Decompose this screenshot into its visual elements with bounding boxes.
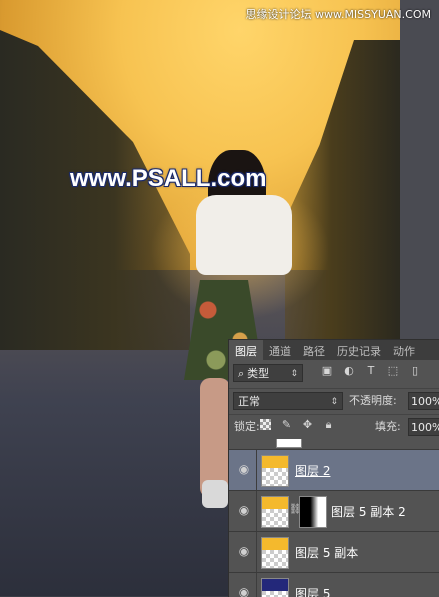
blend-mode-select[interactable]: 正常 ⇕ <box>233 392 343 410</box>
site-watermark: www.PSALL.com <box>70 165 267 192</box>
fill-input[interactable]: 100% <box>408 418 439 436</box>
top-credit-watermark: 思缘设计论坛 www.MISSYUAN.COM <box>245 8 431 21</box>
layer-thumbnail <box>276 439 302 448</box>
blend-mode-value: 正常 <box>238 395 260 408</box>
type-filter-icon[interactable]: T <box>365 365 377 377</box>
layer-name[interactable]: 图层 5 <box>295 585 330 597</box>
layer-row-layer-5-copy-2[interactable]: ◉ ⛓ 图层 5 副本 2 <box>229 490 439 531</box>
tab-channels[interactable]: 通道 <box>263 340 297 360</box>
layer-name[interactable]: 图层 2 <box>295 462 330 479</box>
opacity-label: 不透明度: <box>349 394 397 407</box>
smart-object-filter-icon[interactable]: ▯ <box>409 365 421 377</box>
layer-mask-thumbnail[interactable] <box>299 496 327 528</box>
lock-icons: ✎ ✥ 🔒︎ <box>259 418 335 431</box>
shape-filter-icon[interactable]: ⬚ <box>387 365 399 377</box>
figure-shoe <box>202 480 228 508</box>
layer-thumbnail <box>261 455 289 487</box>
lock-paint-icon[interactable]: ✎ <box>280 418 293 431</box>
divider <box>256 532 257 572</box>
layer-thumbnail <box>261 578 289 597</box>
lock-transparent-icon[interactable] <box>259 418 272 431</box>
tab-actions[interactable]: 动作 <box>387 340 421 360</box>
adjustment-filter-icon[interactable]: ◐ <box>343 365 355 377</box>
layer-row-layer-5-copy[interactable]: ◉ 图层 5 副本 <box>229 531 439 572</box>
tab-history[interactable]: 历史记录 <box>331 340 387 360</box>
tab-layers[interactable]: 图层 <box>229 340 263 360</box>
image-filter-icon[interactable]: ▣ <box>321 365 333 377</box>
tab-paths[interactable]: 路径 <box>297 340 331 360</box>
eye-icon[interactable]: ◉ <box>236 462 252 476</box>
blend-row: 正常 ⇕ 不透明度: 100% <box>229 388 439 413</box>
fill-label: 填充: <box>375 420 401 433</box>
panel-tabs: 图层 通道 路径 历史记录 动作 <box>229 340 439 360</box>
filter-row: ⌕ 类型 ⇕ ▣ ◐ T ⬚ ▯ <box>229 361 439 387</box>
lock-all-icon[interactable]: 🔒︎ <box>322 418 335 431</box>
filter-icons: ▣ ◐ T ⬚ ▯ <box>321 365 421 377</box>
opacity-input[interactable]: 100% <box>408 392 439 410</box>
layer-thumbnail <box>261 537 289 569</box>
layer-name[interactable]: 图层 5 副本 <box>295 544 358 561</box>
chevron-updown-icon: ⇕ <box>290 369 298 379</box>
layer-filter-label: 类型 <box>247 367 270 380</box>
divider <box>256 573 257 597</box>
search-icon: ⌕ <box>238 367 245 380</box>
eye-icon[interactable]: ◉ <box>236 585 252 597</box>
layer-filter-select[interactable]: ⌕ 类型 ⇕ <box>233 364 303 382</box>
lock-move-icon[interactable]: ✥ <box>301 418 314 431</box>
layer-partial-top <box>229 439 439 449</box>
lock-row: 锁定: ✎ ✥ 🔒︎ 填充: 100% <box>229 414 439 439</box>
divider <box>256 450 257 490</box>
figure-blouse <box>196 195 292 275</box>
layer-thumbnail <box>261 496 289 528</box>
layers-panel: 图层 通道 路径 历史记录 动作 ⌕ 类型 ⇕ ▣ ◐ T ⬚ ▯ 正常 ⇕ 不透… <box>228 339 439 597</box>
lock-label: 锁定: <box>234 420 260 433</box>
divider <box>256 491 257 531</box>
layer-row-layer-5[interactable]: ◉ 图层 5 <box>229 572 439 597</box>
eye-icon[interactable]: ◉ <box>236 503 252 517</box>
chevron-updown-icon: ⇕ <box>330 397 338 407</box>
layer-row-layer-2[interactable]: ◉ 图层 2 <box>229 449 439 490</box>
layer-name[interactable]: 图层 5 副本 2 <box>331 503 406 520</box>
eye-icon[interactable]: ◉ <box>236 544 252 558</box>
layers-list: ◉ 图层 2 ◉ ⛓ 图层 5 副本 2 ◉ 图层 5 副本 ◉ 图层 5 <box>229 439 439 597</box>
